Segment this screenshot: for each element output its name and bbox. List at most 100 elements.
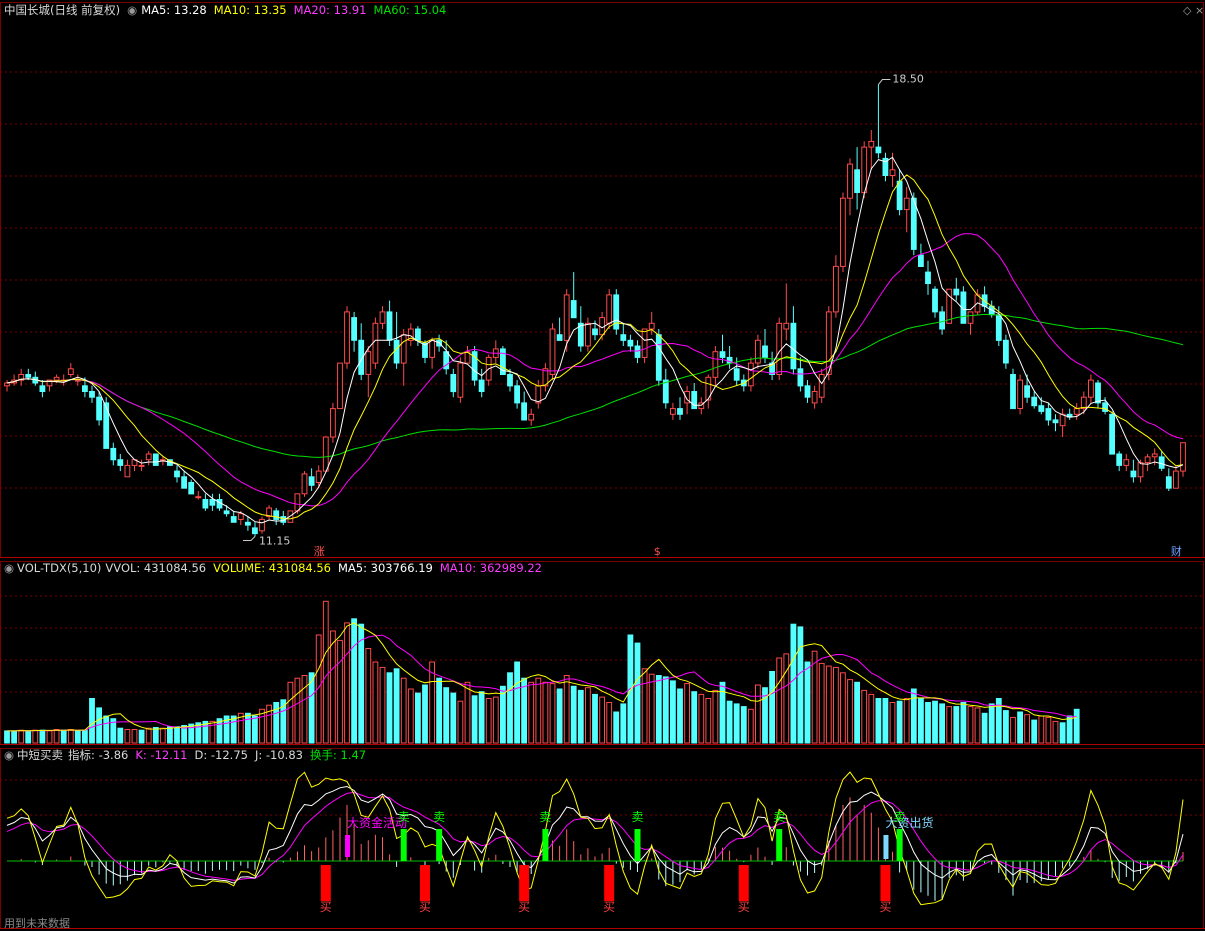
volume-bar-down (422, 684, 428, 744)
candle-down (1024, 385, 1030, 398)
volume-bar-down (521, 677, 528, 744)
candle-up (294, 493, 301, 512)
candle-down (1109, 413, 1115, 455)
candle-up (195, 496, 202, 499)
candle-down (896, 180, 903, 211)
indicator-panel-header: ◉ 中短买卖 指标: -3.86 K: -12.11 D: -12.75 J: -10.8… (4, 747, 373, 763)
volume-bar-down (358, 623, 365, 744)
candle-down (252, 527, 258, 535)
buy-signal-bar (604, 865, 615, 901)
candle-up (1017, 379, 1024, 410)
candle-down (655, 334, 662, 381)
volume-bar-up (407, 688, 414, 744)
candle-up (67, 368, 74, 375)
sell-signal-bar (634, 829, 641, 861)
candle-down (733, 368, 740, 381)
volume-bar-down (662, 676, 669, 744)
ma10-value: MA10: 13.35 (213, 3, 287, 17)
dropdown-icon[interactable]: ◉ (4, 748, 14, 762)
indicator-title[interactable]: 中短买卖 (17, 748, 63, 762)
candle-down (932, 288, 938, 313)
candle-up (776, 322, 783, 375)
stock-panel-header: 中国长城(日线 前复权) ◉ MA5: 13.28 MA10: 13.35 MA20: … (4, 2, 453, 18)
candle-up (1151, 453, 1158, 458)
candle-down (202, 499, 209, 509)
buy-signal-bar (880, 865, 891, 901)
volume-panel-header: ◉ VOL-TDX(5,10) VVOL: 431084.56 VOLUME: 431… (4, 560, 549, 576)
turnover-value: 换手: 1.47 (309, 748, 367, 762)
sell-signal-label: 卖 (773, 810, 785, 824)
volume-bar-up (840, 672, 846, 744)
diamond-icon[interactable]: ◇ (1183, 4, 1191, 17)
volume-bar-up (145, 727, 152, 744)
event-marker: 财 (1171, 544, 1182, 558)
candle-down (1095, 382, 1101, 404)
buy-signal-bar (519, 865, 530, 901)
candle-down (110, 447, 117, 461)
candle-down (351, 317, 358, 341)
volume-bar-up (1038, 715, 1045, 744)
ma20-value: MA20: 13.91 (293, 3, 367, 17)
volume-bar-up (833, 666, 839, 744)
volume-bar-down (152, 727, 159, 744)
volume-bar-down (804, 661, 811, 744)
candle-up (563, 294, 570, 341)
sell-signal-label: 卖 (894, 810, 906, 824)
volume-bar-down (138, 729, 145, 744)
candle-down (1038, 405, 1045, 412)
candle-up (1088, 379, 1094, 398)
volume-bar-down (507, 672, 513, 744)
candle-down (209, 499, 216, 506)
candle-up (641, 328, 648, 358)
volume-bar-up (287, 681, 294, 744)
volume-bar-down (981, 712, 988, 744)
candle-up (379, 311, 386, 324)
volume-bar-down (875, 698, 882, 744)
stock-title[interactable]: 中国长城(日线 前复权) (4, 3, 120, 17)
candle-up (301, 473, 308, 495)
candle-down (691, 391, 698, 410)
candle-up (372, 322, 379, 364)
volume-bar-down (436, 677, 443, 744)
volume-bar-down (1073, 708, 1080, 744)
volume-bar-down (691, 691, 698, 744)
candle-up (783, 322, 790, 330)
volume-bar-up (811, 650, 818, 744)
volume-bar-down (60, 729, 67, 744)
volume-bar-up (464, 681, 471, 744)
candle-up (365, 351, 372, 375)
close-icon[interactable]: × (1195, 4, 1204, 17)
candle-down (762, 345, 768, 358)
candle-down (1010, 374, 1016, 410)
volume-bar-down (726, 700, 733, 744)
volume-bar-up (429, 661, 436, 744)
volume-bar-down (393, 668, 400, 744)
dropdown-icon[interactable]: ◉ (127, 3, 137, 17)
volume-bar-up (599, 696, 606, 744)
candle-down (790, 322, 797, 370)
candle-down (995, 314, 1002, 341)
volume-bar-up (53, 729, 60, 744)
volume-bar-down (655, 675, 662, 744)
volume-title[interactable]: VOL-TDX(5,10) (17, 561, 101, 575)
volume-bar-down (39, 729, 46, 744)
volume-bar-down (740, 706, 747, 744)
candle-up (237, 513, 244, 520)
candle-down (386, 311, 393, 341)
volume-bar-up (1052, 720, 1059, 744)
candle-down (245, 521, 251, 526)
volume-bar-down (577, 689, 584, 744)
volume-bar-down (797, 626, 804, 744)
volume-bar-down (670, 680, 676, 744)
candle-down (25, 374, 32, 378)
volume-bar-down (1031, 719, 1038, 744)
sell-signal-bar (436, 829, 443, 861)
volume-bar-down (960, 702, 967, 744)
candle-down (308, 476, 315, 486)
volume-bar-up (967, 706, 974, 744)
footer-note: 用到未来数据 (4, 917, 70, 930)
buy-signal-label: 买 (879, 900, 891, 914)
dropdown-icon[interactable]: ◉ (4, 561, 14, 575)
volume-bar-up (705, 698, 712, 744)
candle-down (1130, 470, 1137, 478)
